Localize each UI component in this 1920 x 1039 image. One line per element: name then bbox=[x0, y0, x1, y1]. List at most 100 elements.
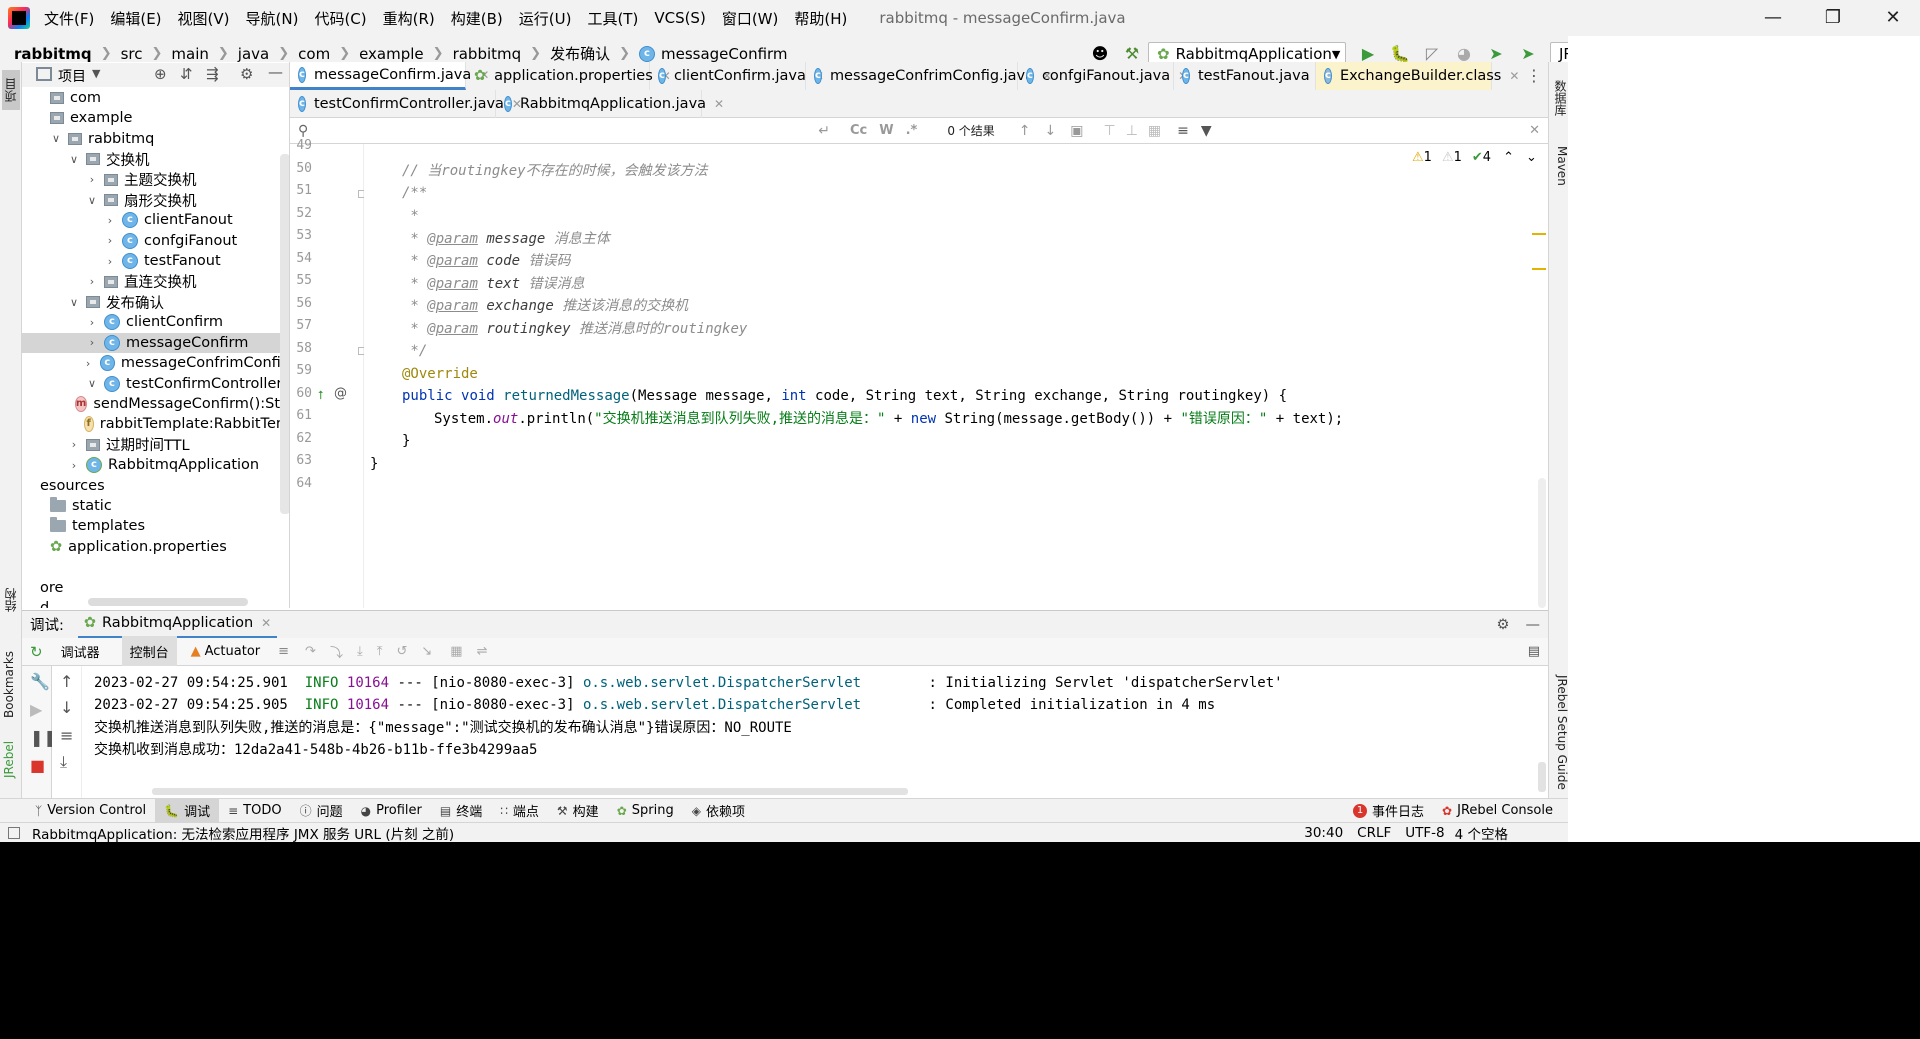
drop-frame-icon[interactable]: ↺ bbox=[396, 644, 407, 659]
line-number[interactable]: 58 bbox=[290, 341, 312, 356]
tree-item[interactable]: › 过期时间TTL bbox=[22, 435, 289, 455]
menu-code[interactable]: 代码(C) bbox=[314, 8, 366, 29]
menu-view[interactable]: 视图(V) bbox=[178, 8, 230, 29]
minimize-button[interactable]: — bbox=[1748, 0, 1798, 36]
line-number[interactable]: 54 bbox=[290, 251, 312, 266]
console-horizontal-scrollbar[interactable] bbox=[152, 788, 908, 795]
jrebel-tool-tab[interactable]: JRebel bbox=[2, 734, 20, 784]
gear-icon[interactable]: ⚙ bbox=[240, 65, 253, 83]
chevron-right-icon[interactable]: › bbox=[68, 459, 80, 472]
tree-item[interactable]: › c clientFanout bbox=[22, 210, 289, 230]
line-number[interactable]: 51 bbox=[290, 183, 312, 198]
tool-tab-spring[interactable]: ✿ Spring bbox=[608, 799, 683, 823]
step-into-icon[interactable]: ⤓ bbox=[357, 644, 363, 659]
tree-item[interactable]: › c testFanout bbox=[22, 251, 289, 271]
override-method-icon[interactable]: ⭡ bbox=[318, 388, 324, 403]
line-number[interactable]: 63 bbox=[290, 453, 312, 468]
tree-item[interactable]: example bbox=[22, 108, 289, 128]
tool-tab-debug[interactable]: 🐛 调试 bbox=[155, 798, 220, 823]
breadcrumb-main[interactable]: main bbox=[171, 45, 208, 63]
locate-icon[interactable]: ⊕ bbox=[154, 65, 167, 83]
add-selection-icon[interactable]: ⊤ bbox=[1104, 123, 1116, 139]
coverage-icon[interactable]: ◸ bbox=[1422, 44, 1442, 64]
filter-list-icon[interactable]: ≡ bbox=[1177, 123, 1189, 139]
close-find-icon[interactable]: ✕ bbox=[1529, 123, 1540, 138]
menu-file[interactable]: 文件(F) bbox=[44, 8, 94, 29]
tree-item[interactable]: › c clientConfirm bbox=[22, 312, 289, 332]
line-number[interactable]: 59 bbox=[290, 363, 312, 378]
expand-all-icon[interactable]: ⇵ bbox=[180, 65, 193, 83]
chevron-right-icon[interactable]: › bbox=[82, 357, 93, 370]
step-out-icon[interactable]: ⤒ bbox=[377, 644, 383, 659]
tree-scrollbar[interactable] bbox=[280, 154, 289, 514]
maven-tool-tab[interactable]: Maven bbox=[1551, 138, 1569, 194]
database-tool-tab[interactable]: 数据库 bbox=[1551, 70, 1569, 126]
breadcrumb-project[interactable]: rabbitmq bbox=[14, 45, 92, 63]
warning-marker[interactable] bbox=[1532, 268, 1546, 270]
breadcrumb-example[interactable]: example bbox=[359, 45, 424, 63]
breadcrumb-src[interactable]: src bbox=[121, 45, 143, 63]
tool-tab-profiler[interactable]: ◕ Profiler bbox=[352, 799, 431, 823]
search-icon[interactable]: ⚲ bbox=[298, 123, 308, 139]
tree-item[interactable]: ∨ 交换机 bbox=[22, 149, 289, 169]
chevron-right-icon[interactable]: › bbox=[104, 214, 116, 227]
select-all-icon[interactable]: ▦ bbox=[1148, 123, 1161, 139]
tool-tab-build[interactable]: ⚒ 构建 bbox=[548, 799, 608, 823]
tree-item[interactable]: templates bbox=[22, 516, 289, 536]
breadcrumb-com[interactable]: com bbox=[298, 45, 330, 63]
file-encoding[interactable]: UTF-8 bbox=[1405, 825, 1444, 841]
menu-refactor[interactable]: 重构(R) bbox=[383, 8, 435, 29]
breadcrumb-message-confirm[interactable]: messageConfirm bbox=[661, 45, 788, 63]
tree-item[interactable]: m sendMessageConfirm():Stri bbox=[22, 394, 289, 414]
jrebel-debug-icon[interactable]: ➤ bbox=[1518, 44, 1538, 64]
chevron-right-icon[interactable]: › bbox=[86, 275, 98, 288]
debug-icon[interactable]: 🐛 bbox=[1390, 44, 1410, 64]
chevron-down-icon[interactable]: ∨ bbox=[68, 296, 80, 309]
arrow-down-icon[interactable]: ↓ bbox=[60, 698, 73, 717]
breadcrumb-rabbitmq[interactable]: rabbitmq bbox=[453, 45, 522, 63]
remove-selection-icon[interactable]: ⊥ bbox=[1126, 123, 1138, 139]
close-window-button[interactable]: ✕ bbox=[1868, 0, 1918, 36]
tree-item[interactable]: ∨ rabbitmq bbox=[22, 129, 289, 149]
tool-tab-jrebel-console[interactable]: ✿ JRebel Console bbox=[1433, 799, 1562, 823]
previous-highlight-icon[interactable]: ⌃ bbox=[1503, 150, 1514, 165]
tab-confgi-fanout[interactable]: c confgiFanout.java ✕ bbox=[1018, 62, 1188, 90]
editor-scrollbar[interactable] bbox=[1538, 478, 1546, 608]
panel-toggle-icon[interactable] bbox=[8, 826, 20, 839]
tab-test-confirm-controller[interactable]: c testConfirmController.java ✕ bbox=[290, 90, 522, 118]
line-number[interactable]: 57 bbox=[290, 318, 312, 333]
chevron-right-icon[interactable]: › bbox=[86, 336, 98, 349]
previous-occurrence-icon[interactable]: ↑ bbox=[1019, 123, 1031, 139]
status-message[interactable]: RabbitmqApplication: 无法检索应用程序 JMX 服务 URL… bbox=[32, 823, 454, 843]
caret-position[interactable]: 30:40 bbox=[1304, 825, 1343, 841]
line-number[interactable]: 56 bbox=[290, 296, 312, 311]
filter-icon[interactable]: ▼ bbox=[1201, 123, 1212, 139]
line-number[interactable]: 49 bbox=[290, 138, 312, 153]
line-number[interactable]: 64 bbox=[290, 476, 312, 491]
menu-window[interactable]: 窗口(W) bbox=[722, 8, 779, 29]
console-output[interactable]: ↑ ↓ ≡ ⤓ 2023-02-27 09:54:25.901 INFO 101… bbox=[52, 666, 1548, 798]
scroll-to-end-icon[interactable]: ⤓ bbox=[60, 752, 67, 772]
tree-item[interactable]: ∨ 扇形交换机 bbox=[22, 190, 289, 210]
chevron-right-icon[interactable]: › bbox=[104, 255, 116, 268]
close-tab-icon[interactable]: ✕ bbox=[1509, 69, 1519, 83]
tab-message-confrim-config[interactable]: c messageConfrimConfig.java ✕ bbox=[806, 62, 1052, 90]
tool-tab-problems[interactable]: ⓘ 问题 bbox=[291, 799, 352, 823]
debug-session-tab[interactable]: ✿ RabbitmqApplication ✕ bbox=[77, 611, 278, 639]
breadcrumb-publish-confirm[interactable]: 发布确认 bbox=[550, 43, 610, 64]
trace-icon[interactable]: ⇌ bbox=[477, 644, 488, 659]
show-execution-point-icon[interactable]: ↷ bbox=[305, 644, 316, 659]
console-vertical-scrollbar[interactable] bbox=[1538, 762, 1546, 792]
run-icon[interactable]: ▶ bbox=[1358, 44, 1378, 64]
hide-panel-icon[interactable]: — bbox=[268, 63, 283, 81]
tree-item[interactable]: › c RabbitmqApplication bbox=[22, 455, 289, 475]
rerun-icon[interactable]: ↻ bbox=[30, 643, 43, 661]
menu-navigate[interactable]: 导航(N) bbox=[246, 8, 299, 29]
tab-menu-icon[interactable]: ⋮ bbox=[1526, 66, 1542, 85]
wrench-icon[interactable]: 🔧 bbox=[30, 672, 50, 691]
jrebel-run-icon[interactable]: ➤ bbox=[1486, 44, 1506, 64]
menu-help[interactable]: 帮助(H) bbox=[794, 8, 847, 29]
chevron-right-icon[interactable]: › bbox=[68, 438, 80, 451]
menu-tools[interactable]: 工具(T) bbox=[587, 8, 638, 29]
code-editor[interactable]: // 当routingkey不存在的时候，会触发该方法 /** * * @par… bbox=[364, 144, 1348, 608]
